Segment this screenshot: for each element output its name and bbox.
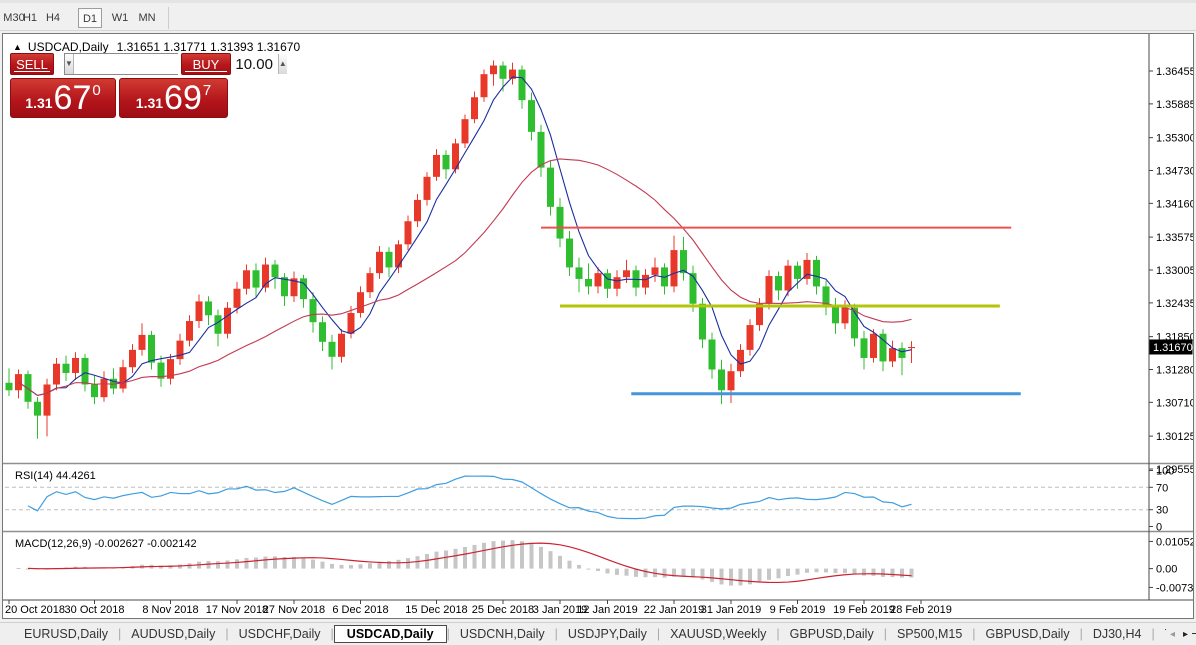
ohlc-values: 1.31651 1.31771 1.31393 1.31670 [116, 40, 301, 54]
tab-audusd-daily[interactable]: AUDUSD,Daily [121, 625, 225, 643]
timeframe-toolbar: M30 H1 H4 D1 W1 MN [0, 0, 1196, 31]
tab-scroll-left-icon[interactable]: ◂ [1170, 629, 1175, 640]
tab-eurusd-daily[interactable]: EURUSD,Daily [14, 625, 118, 643]
price-axis-label: 1.32435 [1156, 298, 1193, 310]
buy-price-big: 69 [164, 79, 202, 117]
macd-indicator-label: MACD(12,26,9) -0.002627 -0.002142 [15, 538, 197, 550]
collapse-triangle-icon[interactable]: ▲ [13, 42, 22, 52]
date-axis-label: 30 Oct 2018 [65, 604, 125, 616]
chart-window[interactable]: 1.36455 1.35885 1.35300 1.34730 1.34160 1.335… [2, 33, 1194, 619]
chart-title: ▲ USDCAD,Daily 1.31651 1.31771 1.31393 1… [13, 40, 300, 54]
pane-separators [3, 34, 1193, 601]
macd-axis-label: 0.00 [1156, 564, 1177, 576]
sell-button[interactable]: SELL [10, 53, 54, 75]
tab-usdcad-daily[interactable]: USDCAD,Daily [333, 625, 447, 643]
tab-usdjpy-daily[interactable]: USDJPY,Daily [558, 625, 657, 643]
tab-scroll-right-icon[interactable]: ▸ [1183, 629, 1188, 640]
sell-price-big: 67 [53, 79, 92, 117]
date-axis-label: 28 Feb 2019 [890, 604, 952, 616]
rsi-axis-label: 70 [1156, 482, 1168, 494]
rsi-axis-label: 0 [1156, 522, 1162, 534]
tab-dj30-h4[interactable]: DJ30,H4 [1083, 625, 1152, 643]
date-axis: 20 Oct 2018 30 Oct 2018 8 Nov 2018 17 Nov 2… [5, 600, 952, 616]
trend-lines-layer [541, 226, 1021, 396]
date-axis-label: 25 Dec 2018 [472, 604, 534, 616]
price-axis-label: 1.31280 [1156, 364, 1193, 376]
price-axis-label: 1.33005 [1156, 265, 1193, 277]
price-axis: 1.36455 1.35885 1.35300 1.34730 1.34160 1.335… [1149, 66, 1193, 476]
timeframe-button-mn[interactable]: MN [135, 8, 159, 28]
date-axis-label: 9 Feb 2019 [770, 604, 826, 616]
application-window: M30 H1 H4 D1 W1 MN 1.36455 1.35885 1.35300 1.347… [0, 0, 1196, 645]
sell-price-prefix: 1.31 [25, 95, 53, 111]
symbol-title: USDCAD,Daily [27, 40, 109, 54]
timeframe-button-h4[interactable]: H4 [43, 8, 63, 28]
buy-price-button[interactable]: 1.31 69 7 [119, 78, 228, 118]
tab-xauusd-weekly[interactable]: XAUUSD,Weekly [660, 625, 776, 643]
price-axis-label: 1.34730 [1156, 165, 1193, 177]
one-click-trade-panel: SELL ▼ ▲ BUY 1.31 67 0 1.31 69 7 [10, 53, 287, 118]
date-axis-label: 12 Jan 2019 [577, 604, 638, 616]
tab-usdcnh-daily[interactable]: USDCNH,Daily [450, 625, 555, 643]
date-axis-label: 27 Nov 2018 [263, 604, 325, 616]
tab-gbpusd-daily[interactable]: GBPUSD,Daily [780, 625, 884, 643]
date-axis-label: 15 Dec 2018 [405, 604, 467, 616]
macd-axis: 0.010525 0.00 -0.0073 [1149, 536, 1193, 594]
date-axis-label: 19 Feb 2019 [833, 604, 895, 616]
rsi-indicator-label: RSI(14) 44.4261 [15, 470, 96, 482]
volume-input[interactable] [73, 54, 278, 74]
buy-price-sup: 7 [202, 82, 212, 99]
price-axis-label: 1.35885 [1156, 99, 1193, 111]
price-axis-label: 1.36455 [1156, 66, 1193, 78]
date-axis-label: 6 Dec 2018 [332, 604, 388, 616]
current-price-tag: 1.31670 [1149, 339, 1193, 355]
volume-spinner: ▼ ▲ [64, 53, 287, 75]
tab-gbpusd-daily[interactable]: GBPUSD,Daily [976, 625, 1080, 643]
rsi-axis-label: 30 [1156, 505, 1168, 517]
toolbar-separator [168, 7, 169, 29]
volume-increase-icon[interactable]: ▲ [277, 54, 287, 74]
rsi-line [27, 475, 912, 520]
tab-usdchf-daily[interactable]: USDCHF,Daily [229, 625, 331, 643]
price-axis-label: 1.30710 [1156, 397, 1193, 409]
volume-decrease-icon[interactable]: ▼ [65, 54, 74, 74]
date-axis-label: 8 Nov 2018 [142, 604, 198, 616]
price-axis-label: 1.33575 [1156, 232, 1193, 244]
price-axis-label: 1.34160 [1156, 198, 1193, 210]
date-axis-label: 22 Jan 2019 [644, 604, 705, 616]
date-axis-label: 20 Oct 2018 [5, 604, 65, 616]
buy-price-prefix: 1.31 [135, 95, 164, 111]
price-chart[interactable]: 1.36455 1.35885 1.35300 1.34730 1.34160 1.335… [3, 34, 1193, 618]
sell-price-sup: 0 [92, 82, 101, 99]
price-axis-label: 1.35300 [1156, 133, 1193, 145]
price-axis-label: 1.30125 [1156, 431, 1193, 443]
sell-price-button[interactable]: 1.31 67 0 [10, 78, 116, 118]
rsi-gridlines [5, 486, 1149, 511]
tab-sp500-m15[interactable]: SP500,M15 [887, 625, 972, 643]
tab-scroll-arrows: ◂ ▸ [1165, 623, 1192, 645]
symbol-tab-bar: EURUSD,Daily | AUDUSD,Daily | USDCHF,Daily | U… [0, 622, 1196, 645]
timeframe-button-h1[interactable]: H1 [20, 8, 40, 28]
macd-axis-label: 0.010525 [1156, 536, 1193, 548]
rsi-axis: 100 70 30 0 [1149, 466, 1174, 534]
rsi-axis-label: 100 [1156, 466, 1174, 478]
current-price-label: 1.31670 [1153, 342, 1193, 354]
date-axis-label: 17 Nov 2018 [206, 604, 268, 616]
timeframe-button-d1[interactable]: D1 [78, 8, 102, 28]
date-axis-label: 31 Jan 2019 [701, 604, 762, 616]
macd-axis-label: -0.0073 [1156, 582, 1193, 594]
timeframe-button-w1[interactable]: W1 [108, 8, 132, 28]
buy-button[interactable]: BUY [181, 53, 231, 75]
